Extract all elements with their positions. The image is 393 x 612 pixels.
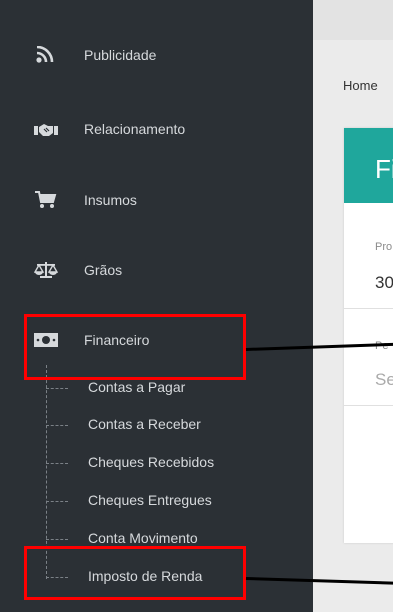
submenu-item-cheques-entregues[interactable]: Cheques Entregues [0,490,313,512]
form-card: Fi Pro 30 Pe Se [344,128,393,543]
sidebar-item-label: Relacionamento [84,121,186,137]
rss-icon [36,46,54,63]
submenu-item-contas-a-pagar[interactable]: Contas a Pagar [0,377,313,399]
field-value[interactable]: 30 [375,273,393,293]
main-content: Home Fi Pro 30 Pe Se [313,0,393,612]
submenu-item-label: Cheques Entregues [88,492,212,508]
card-title: Fi [375,154,393,184]
balance-scale-icon [34,262,58,278]
handshake-icon [34,124,58,136]
top-bar [313,0,393,40]
submenu-item-label: Contas a Receber [88,416,201,432]
submenu-item-cheques-recebidos[interactable]: Cheques Recebidos [0,452,313,474]
field-underline [344,308,393,309]
tree-connector [46,463,68,464]
sidebar: Publicidade Relacionamento Insumos Grãos… [0,0,313,612]
sidebar-item-relacionamento[interactable]: Relacionamento [0,114,313,144]
sidebar-item-publicidade[interactable]: Publicidade [0,40,313,70]
tree-connector [46,425,68,426]
select-field[interactable]: Se [375,370,393,390]
sidebar-item-label: Grãos [84,262,123,278]
highlight-box-imposto-de-renda [24,546,246,600]
submenu-item-contas-a-receber[interactable]: Contas a Receber [0,414,313,436]
sidebar-item-graos[interactable]: Grãos [0,255,313,285]
breadcrumb[interactable]: Home [343,78,378,93]
submenu-item-label: Cheques Recebidos [88,454,215,470]
tree-connector [46,501,68,502]
highlight-box-financeiro [24,314,246,380]
field-underline [344,405,393,406]
sidebar-item-label: Publicidade [84,47,157,63]
submenu-item-label: Conta Movimento [88,530,198,546]
tree-connector [46,539,68,540]
field-label: Pro [375,241,393,253]
sidebar-item-insumos[interactable]: Insumos [0,185,313,215]
shopping-cart-icon [35,191,57,208]
tree-connector [46,388,68,389]
submenu-item-label: Contas a Pagar [88,379,186,395]
screen: Publicidade Relacionamento Insumos Grãos… [0,0,393,612]
sidebar-item-label: Insumos [84,192,137,208]
card-header: Fi [344,128,393,203]
